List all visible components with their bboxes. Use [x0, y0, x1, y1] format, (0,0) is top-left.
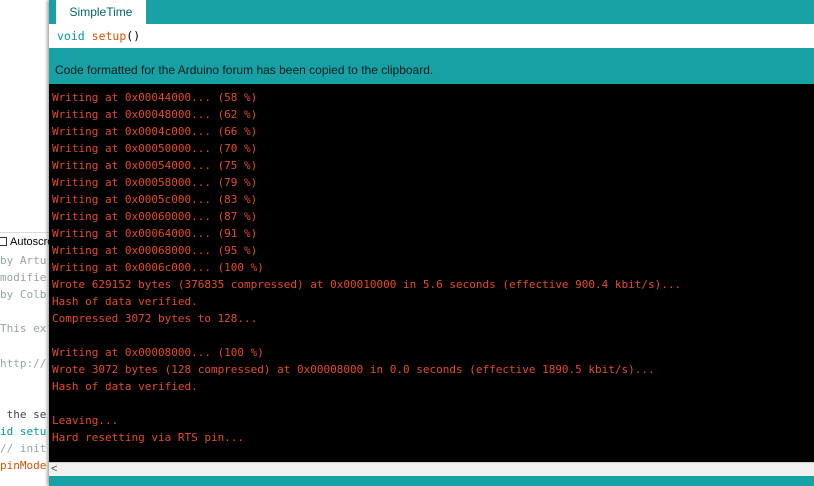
console-line: Writing at 0x00058000... (79 %) — [52, 176, 258, 189]
background-code-line: This ex — [0, 322, 47, 336]
console-line: Writing at 0x00054000... (75 %) — [52, 159, 258, 172]
console-line: Writing at 0x00060000... (87 %) — [52, 210, 258, 223]
autoscroll-checkbox[interactable] — [0, 237, 7, 246]
console-line: Writing at 0x0004c000... (66 %) — [52, 125, 258, 138]
background-code-line: modifie — [0, 271, 47, 285]
scroll-left-icon[interactable]: < — [51, 463, 57, 475]
console-line: Hard resetting via RTS pin... — [52, 431, 245, 444]
background-code-line: http:// — [0, 356, 47, 370]
console-line: Wrote 3072 bytes (128 compressed) at 0x0… — [52, 363, 655, 376]
background-code-line: by Artu — [0, 254, 47, 267]
console-line: Compressed 3072 bytes to 128... — [52, 312, 258, 325]
console-line: Writing at 0x0005c000... (83 %) — [52, 193, 258, 206]
status-message: Code formatted for the Arduino forum has… — [55, 63, 434, 77]
horizontal-scrollbar[interactable]: < — [49, 462, 814, 476]
console-line: Hash of data verified. — [52, 380, 198, 393]
status-bar: Code formatted for the Arduino forum has… — [49, 48, 814, 84]
background-code-line — [0, 389, 52, 406]
tab-simpletime[interactable]: SimpleTime — [56, 0, 146, 24]
console-line: Writing at 0x00064000... (91 %) — [52, 227, 258, 240]
background-code-line: by Colb — [0, 288, 47, 302]
background-code-line — [0, 372, 52, 389]
console-output[interactable]: Writing at 0x00044000... (58 %) Writing a… — [49, 84, 814, 462]
autoscroll-toggle[interactable]: Autoscro — [0, 232, 52, 250]
bottom-status-bar — [49, 476, 814, 486]
console-line: Wrote 629152 bytes (376835 compressed) a… — [52, 278, 682, 291]
function-parens: () — [126, 29, 141, 43]
autoscroll-label: Autoscro — [10, 235, 52, 248]
tab-label: SimpleTime — [69, 5, 133, 19]
arduino-ide-window: SimpleTime void setup () Code formatted … — [49, 0, 814, 486]
background-code-line — [0, 303, 52, 320]
background-code-line: pinMode — [0, 459, 47, 473]
console-line: Writing at 0x00050000... (70 %) — [52, 142, 258, 155]
console-line: Hash of data verified. — [52, 295, 198, 308]
function-setup: setup — [91, 29, 127, 43]
console-line: Writing at 0x00048000... (62 %) — [52, 108, 258, 121]
keyword-void: void — [57, 29, 85, 43]
console-line: Writing at 0x00044000... (58 %) — [52, 91, 258, 104]
background-code-line: // init — [0, 442, 47, 456]
background-code-line: id setu — [0, 424, 47, 438]
console-line: Writing at 0x0006c000... (100 %) — [52, 261, 264, 274]
console-lines: Writing at 0x00044000... (58 %) Writing a… — [52, 89, 681, 446]
console-line: Leaving... — [52, 414, 119, 427]
console-line: Writing at 0x00008000... (100 %) — [52, 346, 264, 359]
console-line: Writing at 0x00068000... (95 %) — [52, 244, 258, 257]
background-code-line: the se — [0, 407, 47, 421]
code-editor[interactable]: void setup () — [49, 24, 814, 48]
background-code-editor[interactable]: by Artu modifie by Colb This ex http:// the … — [0, 252, 52, 474]
background-code-line — [0, 337, 52, 354]
background-sketch-window: Autoscro by Artu modifie by Colb This ex htt… — [0, 0, 52, 486]
